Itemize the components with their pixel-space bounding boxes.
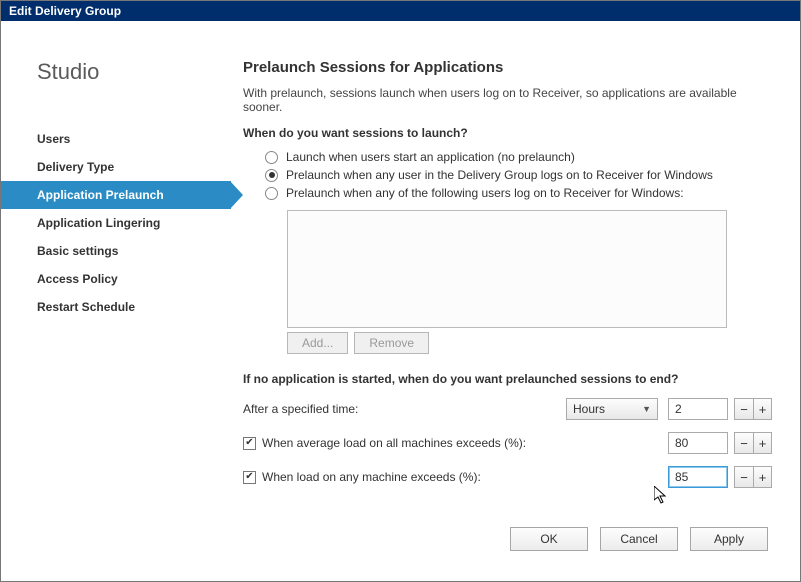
after-time-label: After a specified time: [243, 402, 566, 416]
radio-icon [265, 169, 278, 182]
radio-any-user[interactable]: Prelaunch when any user in the Delivery … [265, 168, 772, 182]
dialog-button-bar: OK Cancel Apply [243, 511, 772, 571]
any-load-checkbox[interactable] [243, 471, 256, 484]
radio-no-prelaunch[interactable]: Launch when users start an application (… [265, 150, 772, 164]
decrement-button[interactable]: − [735, 433, 753, 453]
avg-load-checkbox[interactable] [243, 437, 256, 450]
sidebar-item-application-lingering[interactable]: Application Lingering [1, 209, 231, 237]
intro-text: With prelaunch, sessions launch when use… [243, 86, 772, 114]
launch-question: When do you want sessions to launch? [243, 126, 772, 140]
chevron-down-icon: ▼ [642, 404, 651, 414]
radio-specific-users[interactable]: Prelaunch when any of the following user… [265, 186, 772, 200]
remove-user-button[interactable]: Remove [354, 332, 429, 354]
sidebar-item-users[interactable]: Users [1, 125, 231, 153]
studio-heading: Studio [1, 41, 231, 125]
any-load-stepper: − + [734, 466, 772, 488]
titlebar: Edit Delivery Group [1, 1, 800, 21]
sidebar-item-delivery-type[interactable]: Delivery Type [1, 153, 231, 181]
window-title: Edit Delivery Group [9, 4, 121, 18]
radio-icon [265, 187, 278, 200]
cancel-button[interactable]: Cancel [600, 527, 678, 551]
user-list-buttons: Add... Remove [287, 332, 772, 354]
any-load-row: When load on any machine exceeds (%): 85… [243, 466, 772, 488]
increment-button[interactable]: + [753, 433, 771, 453]
avg-load-stepper: − + [734, 432, 772, 454]
after-time-row: After a specified time: Hours ▼ 2 − + [243, 398, 772, 420]
main-panel: Prelaunch Sessions for Applications With… [231, 21, 800, 581]
sidebar-item-access-policy[interactable]: Access Policy [1, 265, 231, 293]
dialog-body: Studio Users Delivery Type Application P… [1, 21, 800, 581]
apply-button[interactable]: Apply [690, 527, 768, 551]
increment-button[interactable]: + [753, 467, 771, 487]
avg-load-label: When average load on all machines exceed… [262, 436, 526, 450]
time-stepper: − + [734, 398, 772, 420]
avg-load-row: When average load on all machines exceed… [243, 432, 772, 454]
edit-delivery-group-dialog: Edit Delivery Group Studio Users Deliver… [0, 0, 801, 582]
avg-load-input[interactable]: 80 [668, 432, 728, 454]
any-load-input[interactable]: 85 [668, 466, 728, 488]
launch-radio-group: Launch when users start an application (… [243, 146, 772, 204]
sidebar-item-application-prelaunch[interactable]: Application Prelaunch [1, 181, 231, 209]
time-value-input[interactable]: 2 [668, 398, 728, 420]
add-user-button[interactable]: Add... [287, 332, 348, 354]
radio-icon [265, 151, 278, 164]
page-heading: Prelaunch Sessions for Applications [243, 59, 772, 76]
sidebar-item-basic-settings[interactable]: Basic settings [1, 237, 231, 265]
decrement-button[interactable]: − [735, 467, 753, 487]
sidebar: Studio Users Delivery Type Application P… [1, 21, 231, 581]
decrement-button[interactable]: − [735, 399, 753, 419]
user-list[interactable] [287, 210, 727, 328]
increment-button[interactable]: + [753, 399, 771, 419]
any-load-label: When load on any machine exceeds (%): [262, 470, 481, 484]
time-unit-select[interactable]: Hours ▼ [566, 398, 658, 420]
end-question: If no application is started, when do yo… [243, 372, 772, 386]
ok-button[interactable]: OK [510, 527, 588, 551]
sidebar-item-restart-schedule[interactable]: Restart Schedule [1, 293, 231, 321]
